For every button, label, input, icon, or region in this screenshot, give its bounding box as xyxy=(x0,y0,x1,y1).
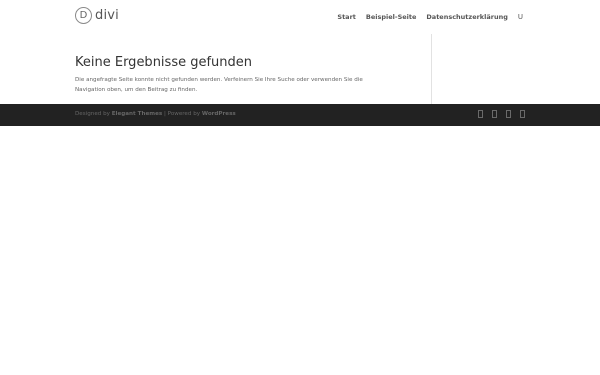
sidebar-divider xyxy=(431,34,432,104)
social-icons xyxy=(478,110,525,118)
elegant-themes-link[interactable]: Elegant Themes xyxy=(112,111,162,117)
credits-separator: | Powered by xyxy=(162,111,202,117)
logo-mark: D xyxy=(75,7,92,24)
search-icon[interactable]: U xyxy=(518,13,523,21)
site-header: D divi Start Beispiel-Seite Datenschutze… xyxy=(0,0,600,34)
site-footer: Designed by Elegant Themes | Powered by … xyxy=(0,104,600,126)
main-navigation: Start Beispiel-Seite Datenschutzerklärun… xyxy=(337,13,523,21)
main-content: Keine Ergebnisse gefunden Die angefragte… xyxy=(0,34,600,104)
twitter-icon[interactable] xyxy=(492,110,497,118)
nav-item-beispiel-seite[interactable]: Beispiel-Seite xyxy=(366,13,417,21)
instagram-icon[interactable] xyxy=(506,110,511,118)
footer-credits: Designed by Elegant Themes | Powered by … xyxy=(75,111,236,117)
no-results-message: Die angefragte Seite konnte nicht gefund… xyxy=(75,77,363,93)
wordpress-link[interactable]: WordPress xyxy=(202,111,236,117)
facebook-icon[interactable] xyxy=(478,110,483,118)
logo-text: divi xyxy=(95,8,119,23)
nav-item-datenschutzerklaerung[interactable]: Datenschutzerklärung xyxy=(426,13,507,21)
credits-prefix: Designed by xyxy=(75,111,112,117)
site-logo[interactable]: D divi xyxy=(75,7,119,24)
page-title: Keine Ergebnisse gefunden xyxy=(75,55,253,70)
rss-icon[interactable] xyxy=(520,110,525,118)
nav-item-start[interactable]: Start xyxy=(337,13,356,21)
